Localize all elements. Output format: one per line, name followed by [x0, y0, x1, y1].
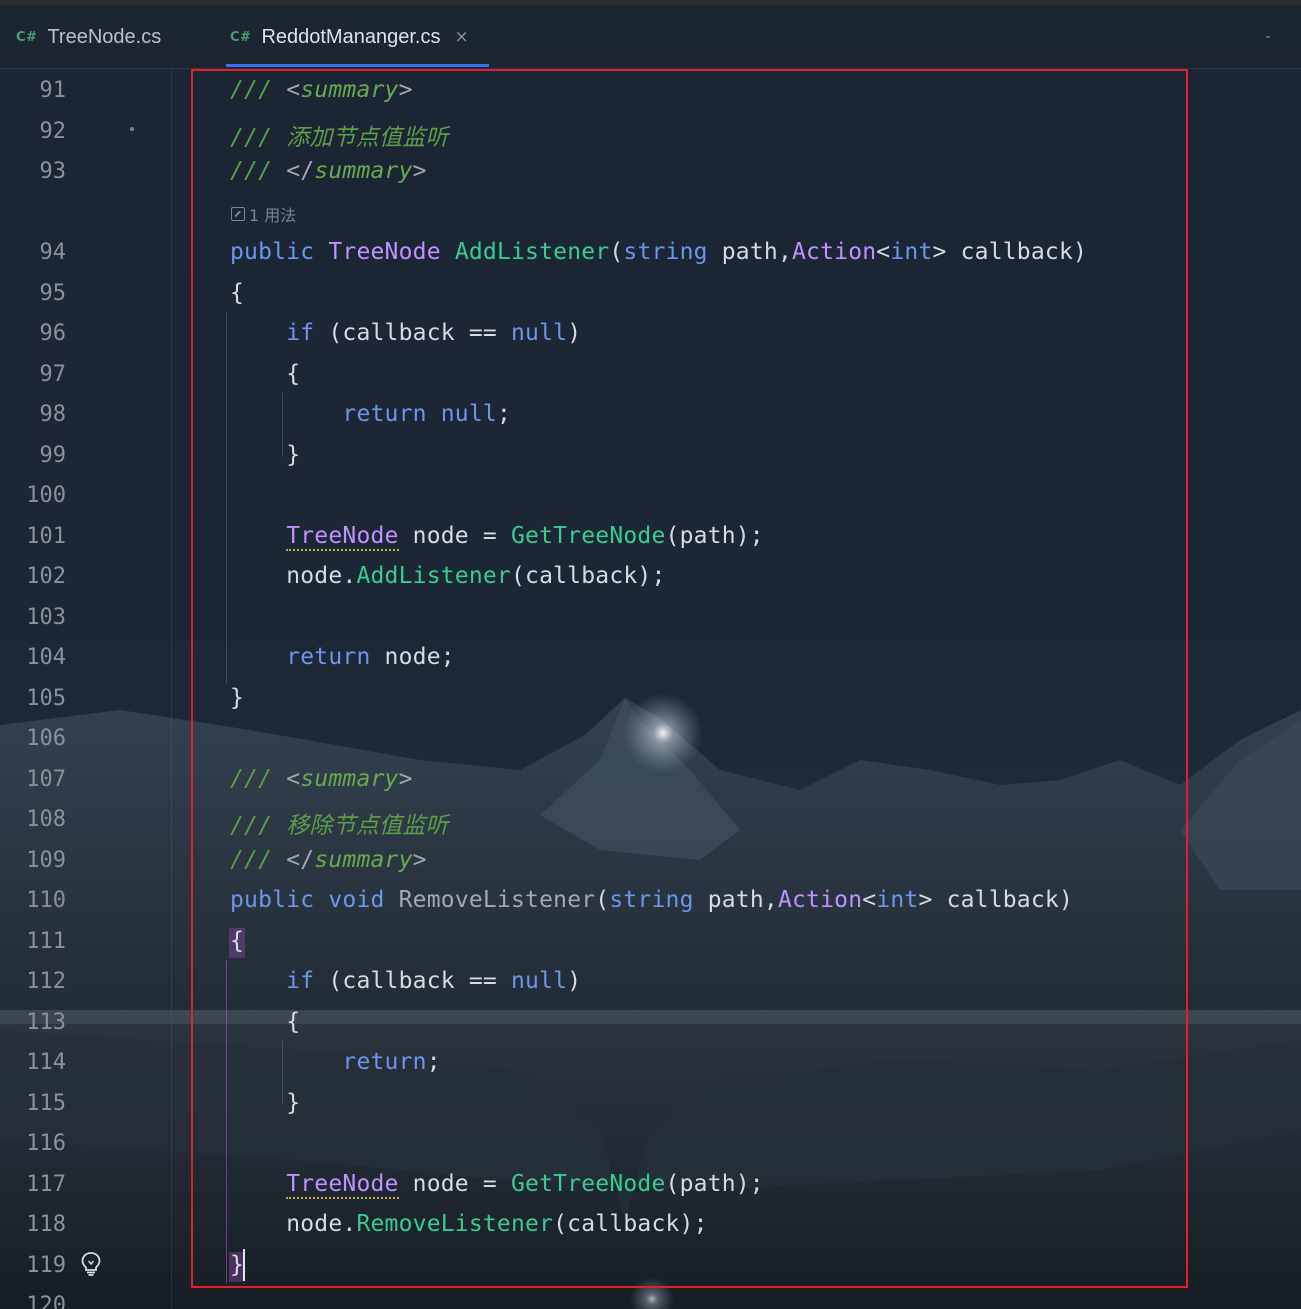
line-number: 107 [26, 767, 66, 792]
text-caret [243, 1249, 245, 1281]
line-number: 101 [26, 524, 66, 549]
line-number: 110 [26, 888, 66, 913]
active-tab-indicator [226, 64, 489, 67]
code-line-102[interactable]: node.AddListener(callback); [230, 563, 666, 589]
code-line-110[interactable]: public void RemoveListener(string path,A… [230, 887, 1073, 913]
code-line-115[interactable]: } [230, 1090, 300, 1116]
tab-treenode[interactable]: C# TreeNode.cs [16, 6, 161, 68]
line-number: 113 [26, 1010, 66, 1035]
line-number: 104 [26, 645, 66, 670]
line-number: 96 [39, 321, 67, 346]
line-number: 93 [39, 159, 67, 184]
code-line-108[interactable]: /// 移除节点值监听 [230, 806, 449, 840]
usages-inlay-hint[interactable]: 1 用法 [231, 202, 296, 226]
code-editor[interactable]: 91 92 93 94 95 96 97 98 99 100 101 102 1… [0, 70, 1301, 1309]
code-line-96[interactable]: if (callback == null) [230, 320, 581, 346]
line-number: 114 [26, 1050, 66, 1075]
code-line-114[interactable]: return; [230, 1049, 441, 1075]
line-number: 115 [26, 1091, 66, 1116]
editor-tab-bar: C# TreeNode.cs C# ReddotMananger.cs × [0, 6, 1301, 69]
line-number: 94 [39, 240, 67, 265]
indent-guide-active [226, 960, 227, 1283]
tab-bar-dots [1266, 36, 1270, 38]
external-link-icon [231, 207, 245, 221]
line-number: 95 [39, 281, 67, 306]
line-number: 100 [26, 483, 66, 508]
line-number: 112 [26, 969, 66, 994]
tab-label: ReddotMananger.cs [261, 25, 441, 48]
code-line-113[interactable]: { [230, 1009, 300, 1035]
line-number: 106 [26, 726, 66, 751]
csharp-file-icon: C# [230, 29, 252, 45]
code-line-98[interactable]: return null; [230, 401, 511, 427]
code-line-112[interactable]: if (callback == null) [230, 968, 581, 994]
tab-label: TreeNode.cs [47, 25, 162, 48]
code-line-91[interactable]: /// <summary> [230, 77, 413, 103]
indent-guide [226, 312, 227, 684]
line-number: 91 [39, 78, 67, 103]
line-number: 111 [26, 929, 66, 954]
close-tab-icon[interactable]: × [454, 27, 468, 47]
code-line-105[interactable]: } [230, 685, 244, 711]
code-line-107[interactable]: /// <summary> [230, 766, 413, 792]
line-number: 119 [26, 1253, 66, 1278]
line-number: 102 [26, 564, 66, 589]
code-line-97[interactable]: { [230, 361, 300, 387]
line-number: 92 [39, 119, 67, 144]
code-line-101[interactable]: TreeNode node = GetTreeNode(path); [230, 523, 764, 551]
line-number: 98 [39, 402, 67, 427]
line-number: 99 [39, 443, 67, 468]
tab-reddotmananger[interactable]: C# ReddotMananger.cs × [230, 6, 469, 68]
code-line-109[interactable]: /// </summary> [230, 847, 427, 873]
line-number: 116 [26, 1131, 66, 1156]
code-line-104[interactable]: return node; [230, 644, 455, 670]
line-number: 120 [26, 1293, 66, 1309]
code-line-92[interactable]: /// 添加节点值监听 [230, 118, 449, 152]
gutter-dot [130, 127, 134, 131]
line-number: 105 [26, 686, 66, 711]
line-number: 97 [39, 362, 67, 387]
gutter-separator [171, 70, 172, 1309]
code-line-111[interactable]: { [230, 928, 244, 954]
code-line-117[interactable]: TreeNode node = GetTreeNode(path); [230, 1171, 764, 1199]
lightbulb-icon[interactable] [80, 1251, 102, 1277]
code-line-118[interactable]: node.RemoveListener(callback); [230, 1211, 708, 1237]
line-number: 117 [26, 1172, 66, 1197]
code-line-94[interactable]: public TreeNode AddListener(string path,… [230, 239, 1087, 265]
code-line-99[interactable]: } [230, 442, 300, 468]
line-number: 103 [26, 605, 66, 630]
code-line-95[interactable]: { [230, 280, 244, 306]
code-line-93[interactable]: /// </summary> [230, 158, 427, 184]
line-number: 109 [26, 848, 66, 873]
line-number: 118 [26, 1212, 66, 1237]
csharp-file-icon: C# [16, 29, 38, 45]
line-number: 108 [26, 807, 66, 832]
code-line-119[interactable]: } [230, 1252, 244, 1278]
